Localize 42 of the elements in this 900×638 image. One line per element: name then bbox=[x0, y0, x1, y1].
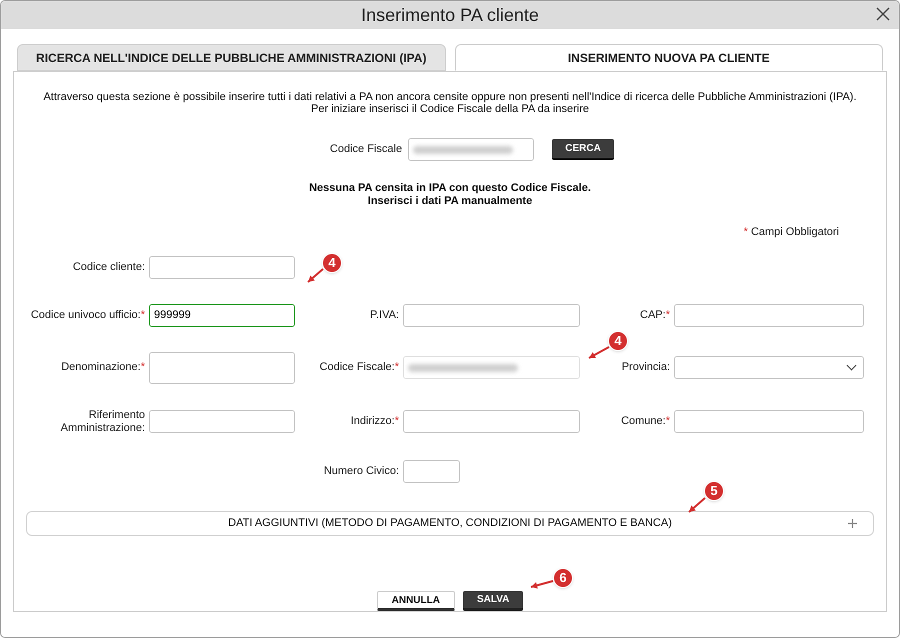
tab[interactable]: RICERCA NELL'INDICE DELLE PUBBLICHE AMMINISTRAZIONI (IPA) bbox=[17, 44, 446, 71]
field-label: Codice Fiscale bbox=[330, 142, 402, 158]
field-label: Indirizzo:* bbox=[350, 415, 399, 428]
field-label: Provincia: bbox=[622, 361, 670, 374]
callout-badge: 5 bbox=[704, 481, 724, 501]
intro-text: Per iniziare inserisci il Codice Fiscale della PA da inserire bbox=[311, 103, 589, 115]
field-label: Riferimento Amministrazione: bbox=[60, 408, 145, 434]
input-field[interactable] bbox=[674, 304, 864, 326]
window-title: Inserimento PA cliente bbox=[361, 4, 539, 26]
field-label: Codice univoco ufficio:* bbox=[30, 308, 145, 322]
intro-text: Attraverso questa sezione è possibile inserire tutti i dati relativi a PA non ancora censite oppure non presenti nell'Indice di ricerca delle Pubbliche Amministrazioni (IPA). bbox=[43, 91, 857, 103]
accordion-header[interactable]: DATI AGGIUNTIVI (METODO DI PAGAMENTO, CONDIZIONI DI PAGAMENTO E BANCA) bbox=[26, 510, 874, 536]
field-label: Comune:* bbox=[621, 415, 670, 428]
input-field[interactable] bbox=[403, 356, 580, 379]
callout-badge: 4 bbox=[608, 331, 628, 351]
input-field[interactable] bbox=[403, 460, 460, 482]
province-select[interactable] bbox=[674, 356, 864, 379]
input-field[interactable] bbox=[403, 410, 580, 433]
tab[interactable]: INSERIMENTO NUOVA PA CLIENTE bbox=[454, 44, 883, 71]
input-field[interactable] bbox=[403, 304, 580, 326]
result-message: Inserisci i dati PA manualmente bbox=[368, 195, 532, 208]
input-field[interactable] bbox=[408, 138, 534, 161]
input-field[interactable] bbox=[149, 256, 295, 278]
field-label: Codice Fiscale:* bbox=[320, 361, 399, 374]
result-message: Nessuna PA censita in IPA con questo Codice Fiscale. bbox=[309, 182, 591, 195]
callout-badge: 4 bbox=[322, 253, 342, 273]
cancel-button[interactable]: ANNULLA bbox=[376, 591, 455, 611]
field-label: Codice cliente: bbox=[72, 260, 145, 274]
field-label: Denominazione:* bbox=[61, 361, 145, 374]
input-field[interactable] bbox=[149, 352, 295, 384]
callout-badge: 6 bbox=[553, 568, 573, 588]
search-button[interactable]: CERCA bbox=[552, 139, 614, 160]
input-field[interactable] bbox=[674, 410, 864, 433]
close-icon[interactable] bbox=[876, 7, 890, 21]
field-label: P.IVA: bbox=[370, 308, 399, 322]
plus-icon bbox=[848, 518, 857, 528]
field-label: Numero Civico: bbox=[324, 464, 399, 478]
input-field[interactable]: 999999 bbox=[149, 304, 295, 326]
field-label: CAP:* bbox=[640, 308, 670, 322]
required-note: * Campi Obbligatori bbox=[744, 225, 839, 240]
save-button[interactable]: SALVA bbox=[462, 591, 524, 611]
input-field[interactable] bbox=[149, 410, 295, 433]
